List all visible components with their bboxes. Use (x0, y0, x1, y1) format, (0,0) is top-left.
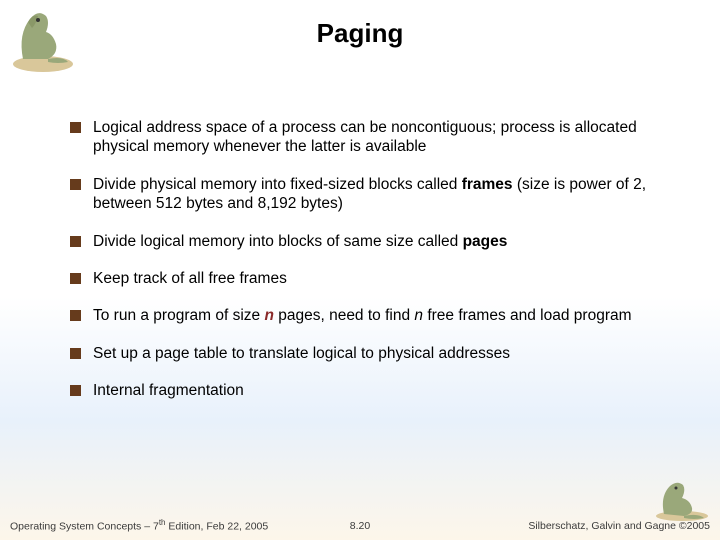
bullet-item: Divide physical memory into fixed-sized … (70, 175, 672, 214)
bullet-square-icon (70, 310, 81, 321)
bullet-square-icon (70, 273, 81, 284)
bullet-text: Logical address space of a process can b… (93, 118, 672, 157)
slide-title: Paging (0, 0, 720, 49)
footer-left-post: Edition, Feb 22, 2005 (166, 520, 269, 532)
bullet-text: To run a program of size n pages, need t… (93, 306, 672, 325)
footer-copyright: Silberschatz, Galvin and Gagne ©2005 (528, 520, 710, 532)
bullet-text: Divide logical memory into blocks of sam… (93, 232, 672, 251)
bullet-item: Internal fragmentation (70, 381, 672, 400)
slide-header: Paging (0, 0, 720, 78)
bullet-item: Set up a page table to translate logical… (70, 344, 672, 363)
bullet-text: Divide physical memory into fixed-sized … (93, 175, 672, 214)
slide-footer: Operating System Concepts – 7th Edition,… (0, 510, 720, 540)
bullet-text: Set up a page table to translate logical… (93, 344, 672, 363)
bullet-square-icon (70, 122, 81, 133)
bullet-text: Keep track of all free frames (93, 269, 672, 288)
bullet-square-icon (70, 236, 81, 247)
bullet-item: Keep track of all free frames (70, 269, 672, 288)
bullet-text: Internal fragmentation (93, 381, 672, 400)
bullet-item: To run a program of size n pages, need t… (70, 306, 672, 325)
dinosaur-logo-top (8, 4, 78, 74)
bullet-item: Logical address space of a process can b… (70, 118, 672, 157)
bullet-item: Divide logical memory into blocks of sam… (70, 232, 672, 251)
slide-body: Logical address space of a process can b… (0, 78, 720, 400)
footer-left: Operating System Concepts – 7th Edition,… (10, 518, 268, 533)
bullet-square-icon (70, 385, 81, 396)
bullet-square-icon (70, 348, 81, 359)
footer-left-sup: th (159, 518, 166, 527)
bullet-square-icon (70, 179, 81, 190)
footer-left-pre: Operating System Concepts – 7 (10, 520, 159, 532)
footer-page-number: 8.20 (350, 520, 370, 532)
